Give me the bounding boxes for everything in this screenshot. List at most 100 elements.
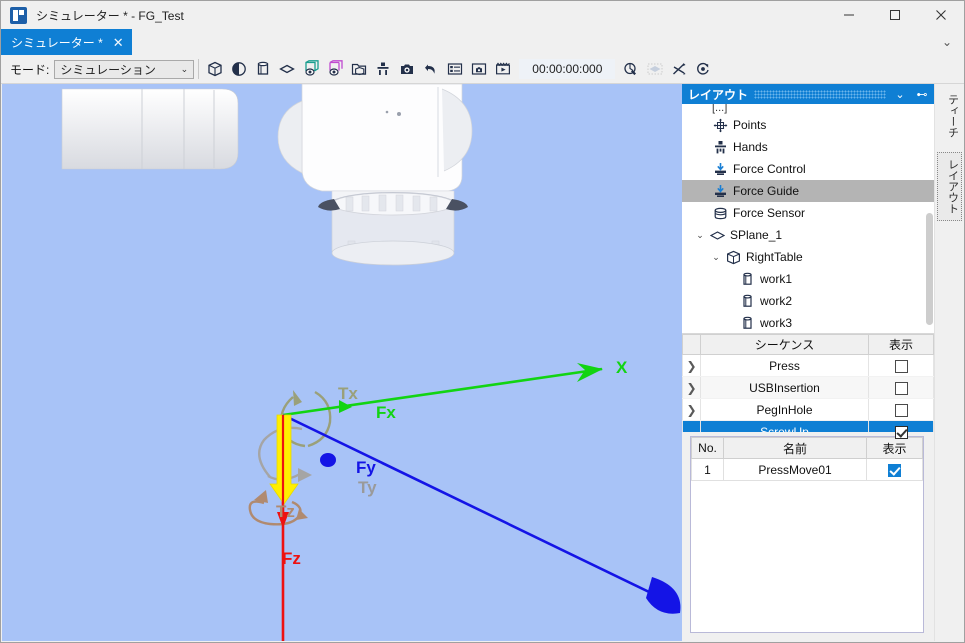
undo-icon[interactable]: [419, 57, 443, 81]
maximize-button[interactable]: [872, 1, 918, 29]
rotate-view-icon[interactable]: [691, 57, 715, 81]
tree-item-hands[interactable]: Hands: [682, 136, 934, 158]
axes-icon[interactable]: [667, 57, 691, 81]
plane-icon: [707, 228, 727, 243]
table-row[interactable]: ❯ PegInHole: [683, 399, 934, 421]
layout-tree[interactable]: [...] Points Hands: [682, 104, 934, 334]
axis-label-fz: Fz: [282, 549, 301, 568]
sequence-col-name: シーケンス: [701, 335, 869, 355]
tree-item-force-guide[interactable]: Force Guide: [682, 180, 934, 202]
cylinder-icon: [737, 294, 757, 309]
tree-item-points[interactable]: Points: [682, 114, 934, 136]
tree-item-label: Force Control: [730, 162, 806, 176]
chevron-down-icon[interactable]: ⌄: [930, 29, 964, 55]
app-icon: [10, 7, 27, 24]
tree-item-work3[interactable]: work3: [682, 312, 934, 334]
tree-item-label: Hands: [730, 140, 768, 154]
tab-strip-filler: [132, 29, 930, 55]
collision-icon[interactable]: [619, 57, 643, 81]
add-box-icon[interactable]: [203, 57, 227, 81]
visibility-checkbox[interactable]: [895, 404, 908, 417]
close-button[interactable]: [918, 1, 964, 29]
sequence-grid[interactable]: シーケンス 表示 ❯ Press ❯: [682, 334, 934, 432]
visibility-checkbox[interactable]: [888, 464, 901, 477]
detail-header-row: No. 名前 表示: [692, 438, 923, 459]
detail-col-no: No.: [692, 438, 724, 459]
plane-dim-icon: [643, 57, 667, 81]
row-expander[interactable]: ❯: [683, 377, 701, 399]
tree-item-righttable[interactable]: ⌄ RightTable: [682, 246, 934, 268]
detail-grid[interactable]: No. 名前 表示 1 PressMove01: [690, 436, 924, 633]
timecode-field[interactable]: 00:00:00:000: [519, 59, 615, 79]
right-column: レイアウト ⌄ ⊷ [...] Points: [682, 84, 963, 641]
detail-col-name: 名前: [724, 438, 867, 459]
close-icon[interactable]: ✕: [113, 36, 124, 49]
visibility-checkbox[interactable]: [895, 426, 908, 439]
document-tab-simulator[interactable]: シミュレーター * ✕: [1, 29, 132, 55]
title-bar: シミュレーター * - FG_Test: [1, 1, 964, 29]
panel-grip[interactable]: [754, 90, 886, 99]
chevron-down-icon: ⌄: [177, 64, 191, 75]
movie-icon[interactable]: [491, 57, 515, 81]
sequence-header-row: シーケンス 表示: [683, 335, 934, 355]
row-expander[interactable]: ❯: [683, 399, 701, 421]
side-tab-strip: ティーチ レイアウト: [934, 84, 963, 641]
tree-item-work2[interactable]: work2: [682, 290, 934, 312]
pin-icon[interactable]: ⊷: [914, 88, 930, 101]
snapshot-icon[interactable]: [467, 57, 491, 81]
side-tab-layout[interactable]: レイアウト: [937, 152, 962, 221]
row-name: PegInHole: [701, 399, 869, 421]
side-tab-teach[interactable]: ティーチ: [938, 88, 961, 144]
detail-col-visible: 表示: [867, 438, 923, 459]
chevron-down-icon[interactable]: ⌄: [892, 88, 908, 101]
show-plane-icon[interactable]: [323, 57, 347, 81]
show-box-icon[interactable]: [299, 57, 323, 81]
document-tab-strip: シミュレーター * ✕ ⌄: [1, 29, 964, 55]
minimize-button[interactable]: [826, 1, 872, 29]
tree-item-label: work1: [757, 272, 792, 286]
force-guide-gizmo: [250, 363, 681, 641]
group-icon[interactable]: [347, 57, 371, 81]
main-area: X Fx Tx Fy Ty Tz Fz レイアウト ⌄ ⊷: [2, 84, 963, 641]
cylinder-icon: [737, 272, 757, 287]
add-cylinder-icon[interactable]: [251, 57, 275, 81]
scrollbar-thumb[interactable]: [926, 213, 933, 325]
force-control-icon: [710, 162, 730, 177]
mode-dropdown[interactable]: シミュレーション ⌄: [54, 60, 194, 79]
tree-item-label: Force Sensor: [730, 206, 805, 220]
3d-viewport[interactable]: X Fx Tx Fy Ty Tz Fz: [2, 84, 682, 641]
tree-item-splane1[interactable]: ⌄ SPlane_1: [682, 224, 934, 246]
tree-item-label: RightTable: [743, 250, 803, 264]
tree-item-label: work3: [757, 316, 792, 330]
row-visible-cell[interactable]: [869, 377, 934, 399]
layout-panel-header: レイアウト ⌄ ⊷: [682, 84, 934, 104]
add-sphere-icon[interactable]: [227, 57, 251, 81]
row-visible-cell[interactable]: [869, 399, 934, 421]
list-icon[interactable]: [443, 57, 467, 81]
tree-item-force-control[interactable]: Force Control: [682, 158, 934, 180]
tree-item-label: SPlane_1: [727, 228, 782, 242]
row-name: USBInsertion: [701, 377, 869, 399]
visibility-checkbox[interactable]: [895, 360, 908, 373]
detail-row-no: 1: [692, 459, 724, 481]
row-expander[interactable]: ❯: [683, 355, 701, 377]
table-row[interactable]: ❯ USBInsertion: [683, 377, 934, 399]
visibility-checkbox[interactable]: [895, 382, 908, 395]
tree-scrollbar[interactable]: [926, 105, 933, 332]
row-name: Press: [701, 355, 869, 377]
docked-panels: レイアウト ⌄ ⊷ [...] Points: [682, 84, 934, 641]
tree-item-label: work2: [757, 294, 792, 308]
add-plane-icon[interactable]: [275, 57, 299, 81]
camera-icon[interactable]: [395, 57, 419, 81]
detail-row-visible-cell[interactable]: [867, 459, 923, 481]
robot-wrist: [278, 84, 472, 191]
tree-item-force-sensor[interactable]: Force Sensor: [682, 202, 934, 224]
row-visible-cell[interactable]: [869, 355, 934, 377]
table-row[interactable]: 1 PressMove01: [692, 459, 923, 481]
table-row[interactable]: ❯ Press: [683, 355, 934, 377]
hand-icon[interactable]: [371, 57, 395, 81]
chevron-down-icon[interactable]: ⌄: [693, 230, 707, 241]
force-sensor-assembly: [318, 191, 468, 265]
tree-item-work1[interactable]: work1: [682, 268, 934, 290]
chevron-down-icon[interactable]: ⌄: [709, 252, 723, 263]
